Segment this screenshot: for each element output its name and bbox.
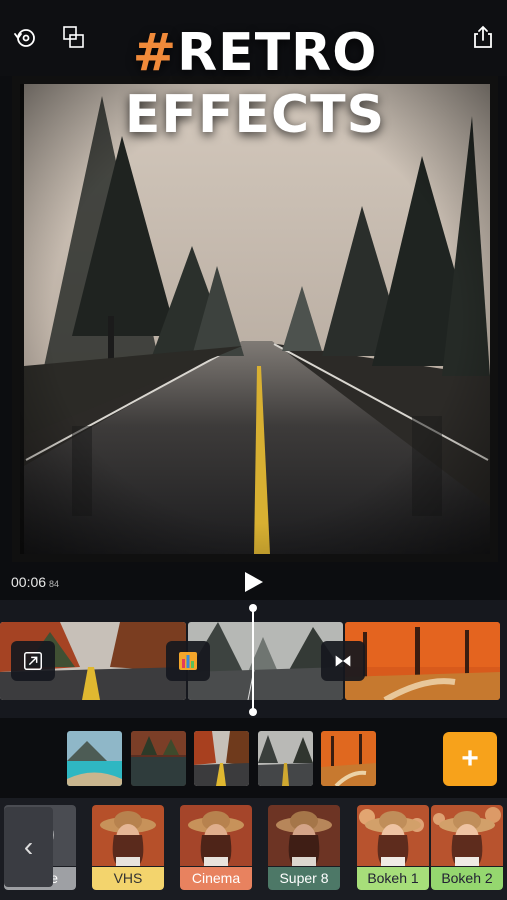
media-thumbnail-autumn-path[interactable] [321,731,376,786]
video-preview[interactable] [12,76,498,562]
media-thumbnail-autumn-road[interactable] [194,731,249,786]
effect-label-super8: Super 8 [268,867,340,890]
layout-icon[interactable] [58,22,88,52]
effects-strip: e ‹ VHS Cinema Super 8 Bokeh 1 Bokeh 2 [0,798,507,900]
plus-icon: + [461,742,479,775]
effect-item-bokeh1[interactable]: Bokeh 1 [357,805,429,890]
timeline-clip-2[interactable] [188,622,343,700]
media-thumbnail-lakeside-trees[interactable] [131,731,186,786]
transition-button[interactable] [321,641,365,681]
crop-transition-button[interactable] [11,641,55,681]
timeline[interactable] [0,600,507,718]
effect-item-super8[interactable]: Super 8 [268,805,340,890]
media-thumbnail-lake[interactable] [67,731,122,786]
road-scene-image [12,76,498,562]
add-media-button[interactable]: + [443,732,497,786]
playhead[interactable] [249,604,257,716]
effect-item-cinema[interactable]: Cinema [180,805,252,890]
back-button[interactable]: ‹ [4,807,53,887]
current-time: 00:06 84 [11,574,60,590]
title-hash: # [132,23,178,83]
bowtie-transition-icon [335,655,351,667]
playback-bar: 00:06 84 [0,562,507,600]
chevron-left-icon: ‹ [23,831,34,862]
share-icon[interactable] [468,22,498,52]
title-line-1: #RETRO [120,22,390,84]
effect-label-cinema: Cinema [180,867,252,890]
effects-icon [179,652,197,670]
effect-item-bokeh2[interactable]: Bokeh 2 [431,805,503,890]
effect-label-bokeh2: Bokeh 2 [431,867,503,890]
effects-transition-button[interactable] [166,641,210,681]
effect-label-vhs: VHS [92,867,164,890]
title-word-retro: RETRO [177,23,378,83]
media-bin: + [0,718,507,798]
crop-icon [24,652,42,670]
rotate-icon[interactable] [10,22,40,52]
play-button[interactable] [241,571,265,593]
effect-item-vhs[interactable]: VHS [92,805,164,890]
play-icon [245,572,263,592]
promo-title: #RETRO EFFECTS [120,22,390,146]
effect-label-bokeh1: Bokeh 1 [357,867,429,890]
title-line-2: EFFECTS [124,85,386,145]
timeline-clip-3[interactable] [345,622,500,700]
frame-counter: 84 [49,579,60,589]
media-thumbnail-foggy-road[interactable] [258,731,313,786]
